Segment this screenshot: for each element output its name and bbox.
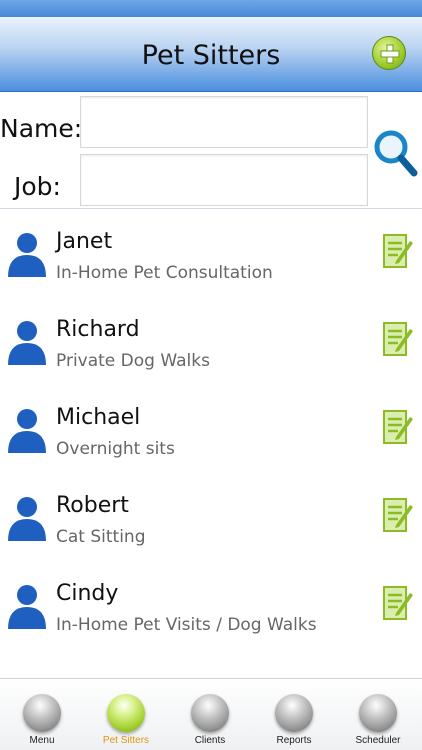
job-input[interactable] bbox=[80, 154, 368, 206]
tab-scheduler[interactable]: Scheduler bbox=[336, 679, 420, 750]
sitter-name: Cindy bbox=[56, 581, 119, 606]
tab-clients[interactable]: Clients bbox=[168, 679, 252, 750]
tab-reports[interactable]: Reports bbox=[252, 679, 336, 750]
sitter-job: In-Home Pet Visits / Dog Walks bbox=[56, 615, 317, 635]
tab-ball-icon bbox=[107, 694, 145, 732]
magnifier-icon bbox=[374, 130, 418, 177]
list-item[interactable]: Richard Private Dog Walks bbox=[0, 297, 422, 385]
tab-label: Scheduler bbox=[355, 735, 401, 746]
sitter-name: Janet bbox=[56, 229, 113, 254]
status-bar bbox=[0, 0, 422, 20]
edit-icon[interactable] bbox=[380, 407, 414, 447]
sitter-name: Robert bbox=[56, 493, 129, 518]
tab-ball-icon bbox=[359, 694, 397, 732]
edit-icon[interactable] bbox=[380, 495, 414, 535]
sitter-job: Cat Sitting bbox=[56, 527, 146, 547]
tab-label: Clients bbox=[194, 735, 226, 746]
edit-icon[interactable] bbox=[380, 583, 414, 623]
list-item[interactable]: Robert Cat Sitting bbox=[0, 473, 422, 561]
job-label: Job: bbox=[14, 172, 61, 201]
add-sitter-button[interactable] bbox=[372, 36, 406, 70]
tab-pet-sitters[interactable]: Pet Sitters bbox=[84, 679, 168, 750]
tab-ball-icon bbox=[275, 694, 313, 732]
person-icon bbox=[8, 497, 46, 541]
person-icon bbox=[8, 409, 46, 453]
person-icon bbox=[8, 321, 46, 365]
sitter-job: In-Home Pet Consultation bbox=[56, 263, 273, 283]
sitter-job: Overnight sits bbox=[56, 439, 175, 459]
list-item[interactable]: Cindy In-Home Pet Visits / Dog Walks bbox=[0, 561, 422, 649]
tab-ball-icon bbox=[23, 694, 61, 732]
header-bar: Pet Sitters bbox=[0, 20, 422, 92]
sitter-list: Janet In-Home Pet Consultation Richard P… bbox=[0, 208, 422, 678]
sitter-job: Private Dog Walks bbox=[56, 351, 210, 371]
plus-icon bbox=[380, 44, 400, 64]
edit-icon[interactable] bbox=[380, 231, 414, 271]
person-icon bbox=[8, 585, 46, 629]
bottom-tab-bar: Menu Pet Sitters Clients Reports Schedul… bbox=[0, 678, 422, 750]
list-item[interactable]: Janet In-Home Pet Consultation bbox=[0, 209, 422, 297]
name-label: Name: bbox=[0, 114, 83, 143]
name-input[interactable] bbox=[80, 96, 368, 148]
person-icon bbox=[8, 233, 46, 277]
list-item[interactable]: Michael Overnight sits bbox=[0, 385, 422, 473]
tab-label: Pet Sitters bbox=[102, 735, 150, 746]
search-form: Name: Job: bbox=[0, 92, 422, 208]
tab-menu[interactable]: Menu bbox=[0, 679, 84, 750]
tab-label: Reports bbox=[276, 735, 312, 746]
page-title: Pet Sitters bbox=[141, 40, 281, 71]
sitter-name: Richard bbox=[56, 317, 140, 342]
edit-icon[interactable] bbox=[380, 319, 414, 359]
tab-ball-icon bbox=[191, 694, 229, 732]
sitter-name: Michael bbox=[56, 405, 141, 430]
search-button[interactable] bbox=[372, 128, 418, 178]
tab-label: Menu bbox=[29, 735, 55, 746]
